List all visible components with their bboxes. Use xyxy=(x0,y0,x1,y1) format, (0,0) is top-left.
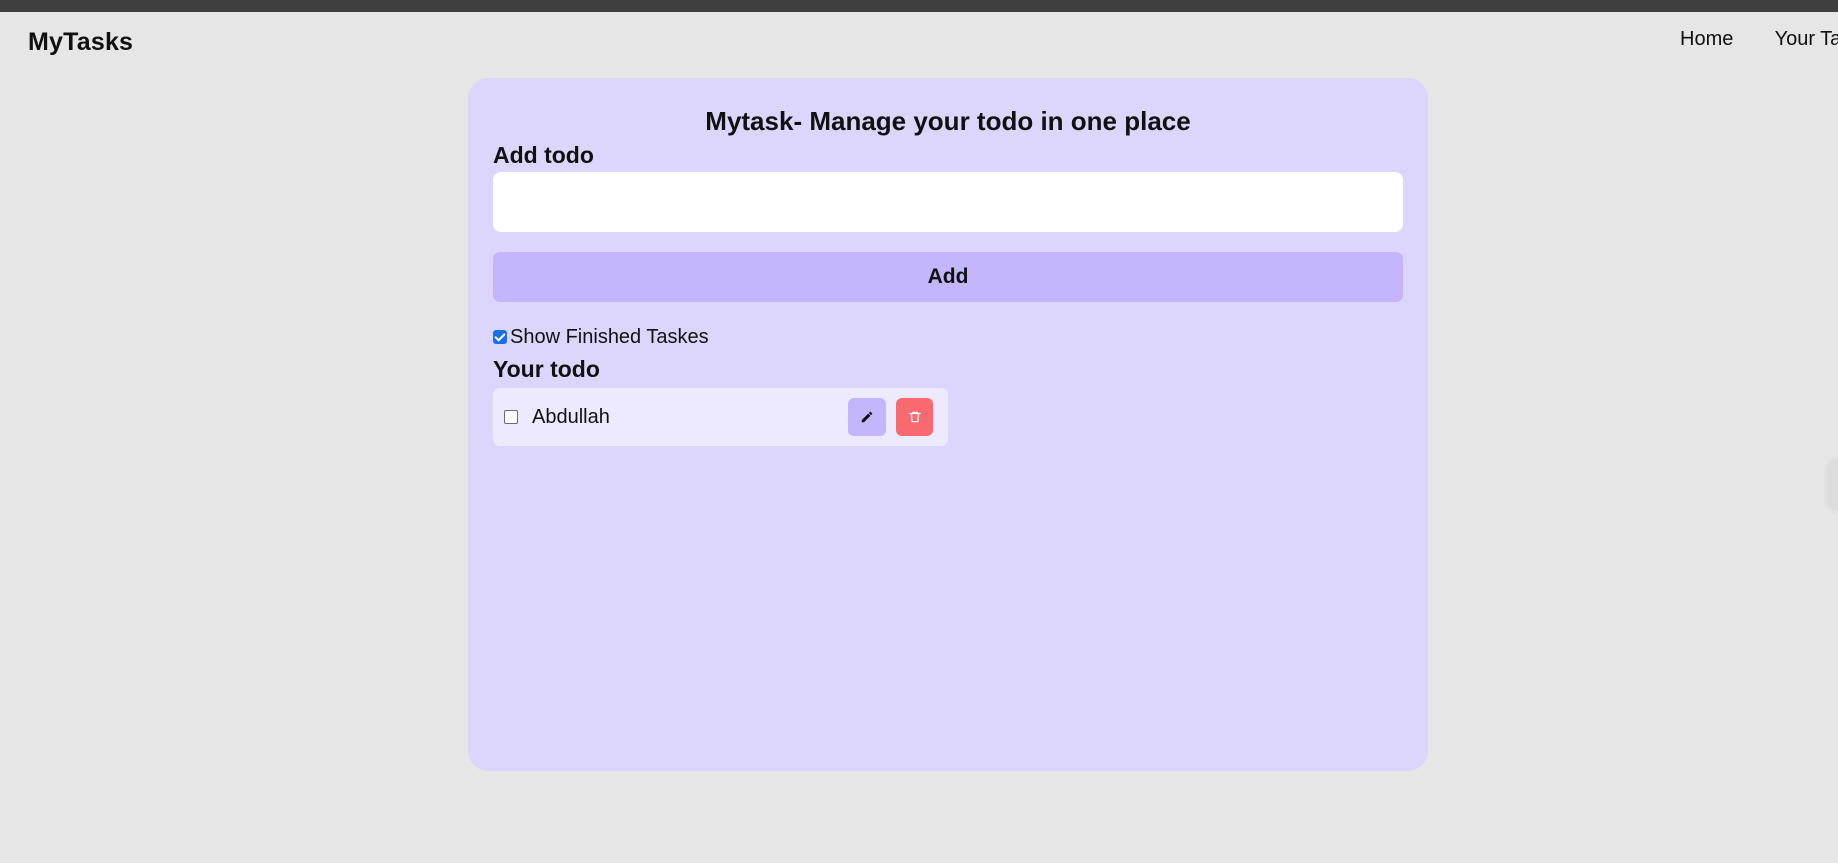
todo-input[interactable] xyxy=(493,172,1403,232)
show-finished-checkbox[interactable] xyxy=(493,329,507,344)
add-todo-heading: Add todo xyxy=(493,142,594,168)
edit-button[interactable] xyxy=(848,398,886,436)
delete-button[interactable] xyxy=(896,398,933,436)
show-finished-label: Show Finished Taskes xyxy=(510,326,709,348)
nav-link-home[interactable]: Home xyxy=(1680,28,1733,50)
page-title: Mytask- Manage your todo in one place xyxy=(705,106,1191,136)
todo-item: Abdullah xyxy=(493,388,948,446)
nav-link-your-tasks[interactable]: Your Tasks xyxy=(1775,28,1838,50)
browser-top-strip xyxy=(0,0,1838,12)
trash-icon xyxy=(908,411,921,423)
your-todo-heading: Your todo xyxy=(493,356,600,382)
pencil-icon xyxy=(861,411,873,423)
edge-tab xyxy=(1830,460,1838,510)
nav-links: Home Your Tasks xyxy=(1680,28,1838,51)
navbar: MyTasks Home Your Tasks xyxy=(0,12,1838,70)
show-finished-toggle[interactable]: Show Finished Taskes xyxy=(493,326,709,349)
add-button[interactable]: Add xyxy=(493,252,1403,302)
todo-card: Mytask- Manage your todo in one place Ad… xyxy=(468,78,1428,771)
brand-logo[interactable]: MyTasks xyxy=(28,28,133,57)
todo-text: Abdullah xyxy=(532,406,610,428)
todo-done-checkbox[interactable] xyxy=(504,410,518,424)
